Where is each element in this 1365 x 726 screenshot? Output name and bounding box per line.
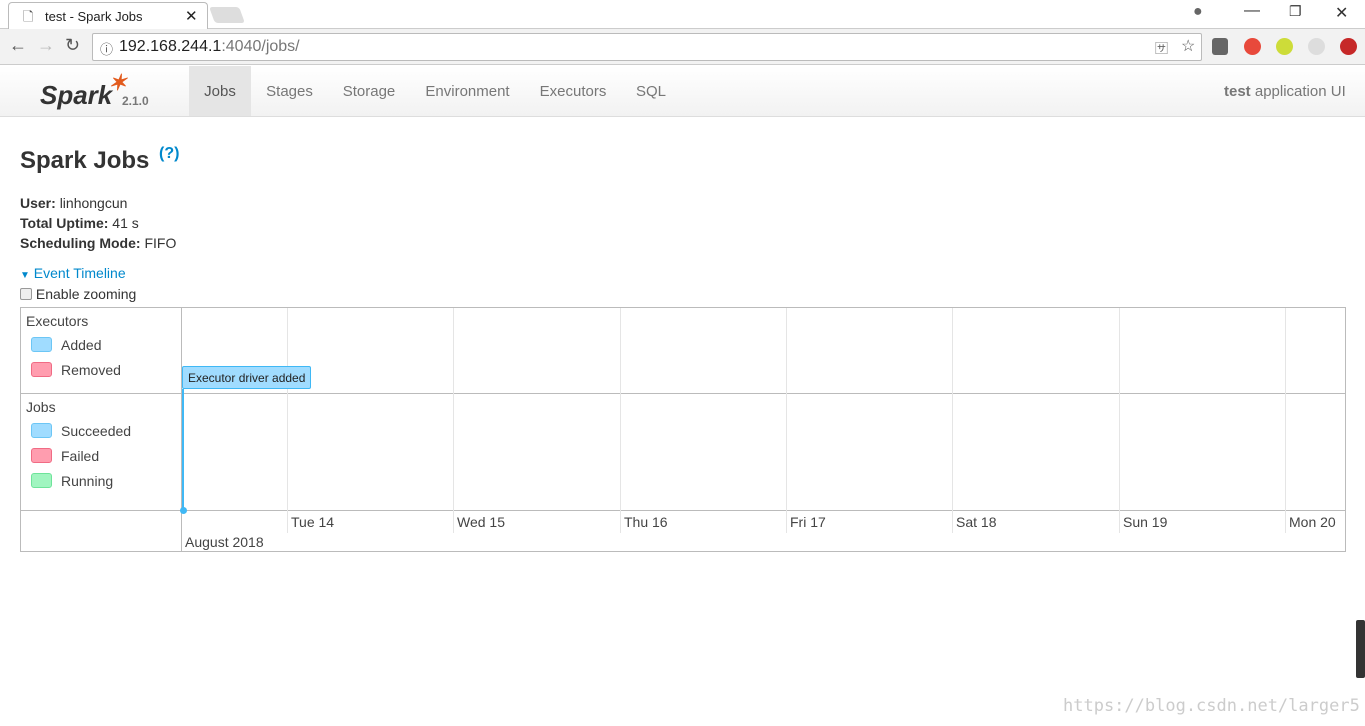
tab-title: test - Spark Jobs <box>45 9 143 24</box>
watermark: https://blog.csdn.net/larger5 <box>1063 696 1360 716</box>
tick-label: Sun 19 <box>1123 514 1168 530</box>
page-icon: 🗋 <box>23 9 34 24</box>
legend-removed: Removed <box>61 362 121 378</box>
scheduling-info: Scheduling Mode: FIFO <box>20 235 176 251</box>
close-window-icon[interactable]: ✕ <box>1335 3 1348 23</box>
spark-logo[interactable]: Spark✶ <box>40 70 131 111</box>
app-name: test <box>1224 83 1251 100</box>
new-tab-button[interactable] <box>209 7 245 23</box>
spark-navbar: Spark✶ 2.1.0 Jobs Stages Storage Environ… <box>0 66 1365 117</box>
scrollbar-handle[interactable] <box>1356 620 1365 678</box>
legend-failed: Failed <box>61 448 100 464</box>
uptime-label: Total Uptime: <box>20 215 109 231</box>
info-icon: ⓘ <box>100 42 114 57</box>
spark-star-icon: ✶ <box>108 70 127 95</box>
user-info: User: linhongcun <box>20 195 127 211</box>
enable-zooming[interactable]: Enable zooming <box>20 286 136 302</box>
bookmark-star-icon[interactable]: ☆ <box>1181 36 1195 56</box>
caret-down-icon: ▼ <box>20 270 30 281</box>
event-line <box>182 389 184 511</box>
extension-plus-icon[interactable] <box>1276 38 1293 55</box>
legend-succeeded: Succeeded <box>61 423 132 439</box>
extension-infinity-icon[interactable] <box>1244 38 1261 55</box>
user-label: User: <box>20 195 56 211</box>
tick-label: Mon 20 <box>1289 514 1336 530</box>
url-path: :4040/jobs/ <box>221 38 300 55</box>
tick-label: Fri 17 <box>790 514 826 530</box>
zoom-checkbox[interactable] <box>20 288 32 300</box>
angular-extension-icon[interactable] <box>1212 38 1228 55</box>
user-value: linhongcun <box>59 195 128 211</box>
tick-label: Tue 14 <box>291 514 335 530</box>
spark-version: 2.1.0 <box>122 94 149 108</box>
reload-icon[interactable]: ↻ <box>65 35 80 56</box>
nav-executors[interactable]: Executors <box>525 66 621 116</box>
event-dot <box>180 507 187 514</box>
page-title: Spark Jobs <box>20 147 150 174</box>
legend-running: Running <box>61 473 114 489</box>
close-tab-icon[interactable]: ✕ <box>185 7 198 25</box>
uptime-value: 41 s <box>112 215 139 231</box>
legend-running-swatch <box>31 473 52 488</box>
nav-jobs[interactable]: Jobs <box>189 66 251 116</box>
nav-sql[interactable]: SQL <box>621 66 681 116</box>
legend-succeeded-swatch <box>31 423 52 438</box>
back-icon[interactable]: ← <box>9 35 27 56</box>
forward-icon[interactable]: → <box>37 35 55 56</box>
event-timeline: Executors Added Removed Jobs Succeeded F… <box>20 307 1346 552</box>
logo-text: Spark <box>40 80 113 110</box>
timeline-toggle-label: Event Timeline <box>33 265 126 281</box>
app-title: test application UI <box>1224 83 1346 100</box>
nav-stages[interactable]: Stages <box>251 66 328 116</box>
restore-icon[interactable]: ❐ <box>1289 3 1302 20</box>
help-link[interactable]: (?) <box>159 145 179 163</box>
profile-icon[interactable]: ● <box>1193 3 1203 21</box>
minimize-icon[interactable]: — <box>1244 2 1260 20</box>
mode-value: FIFO <box>144 235 177 251</box>
address-bar[interactable]: ⓘ 192.168.244.1:4040/jobs/ 🈂 ☆ <box>92 33 1202 61</box>
uptime-info: Total Uptime: 41 s <box>20 215 139 231</box>
nav-storage[interactable]: Storage <box>328 66 410 116</box>
tick-label: Wed 15 <box>457 514 505 530</box>
event-timeline-toggle[interactable]: ▼ Event Timeline <box>20 265 126 281</box>
legend-added-swatch <box>31 337 52 352</box>
url-host: 192.168.244.1 <box>119 38 222 55</box>
extension-upload-icon[interactable] <box>1340 38 1357 55</box>
tick-label: Thu 16 <box>624 514 668 530</box>
legend-failed-swatch <box>31 448 52 463</box>
mode-label: Scheduling Mode: <box>20 235 141 251</box>
zoom-label: Enable zooming <box>35 286 137 302</box>
executor-event-box[interactable]: Executor driver added <box>182 366 312 389</box>
executors-group-title: Executors <box>26 313 89 329</box>
app-suffix: application UI <box>1254 83 1346 100</box>
tick-label: Sat 18 <box>956 514 997 530</box>
browser-tab[interactable]: 🗋 test - Spark Jobs ✕ <box>8 2 208 30</box>
legend-removed-swatch <box>31 362 52 377</box>
extension-grey-icon[interactable] <box>1308 38 1325 55</box>
legend-added: Added <box>61 337 102 353</box>
translate-icon[interactable]: 🈂 <box>1155 38 1168 57</box>
jobs-group-title: Jobs <box>26 399 56 415</box>
month-label: August 2018 <box>185 534 264 550</box>
nav-environment[interactable]: Environment <box>410 66 525 116</box>
